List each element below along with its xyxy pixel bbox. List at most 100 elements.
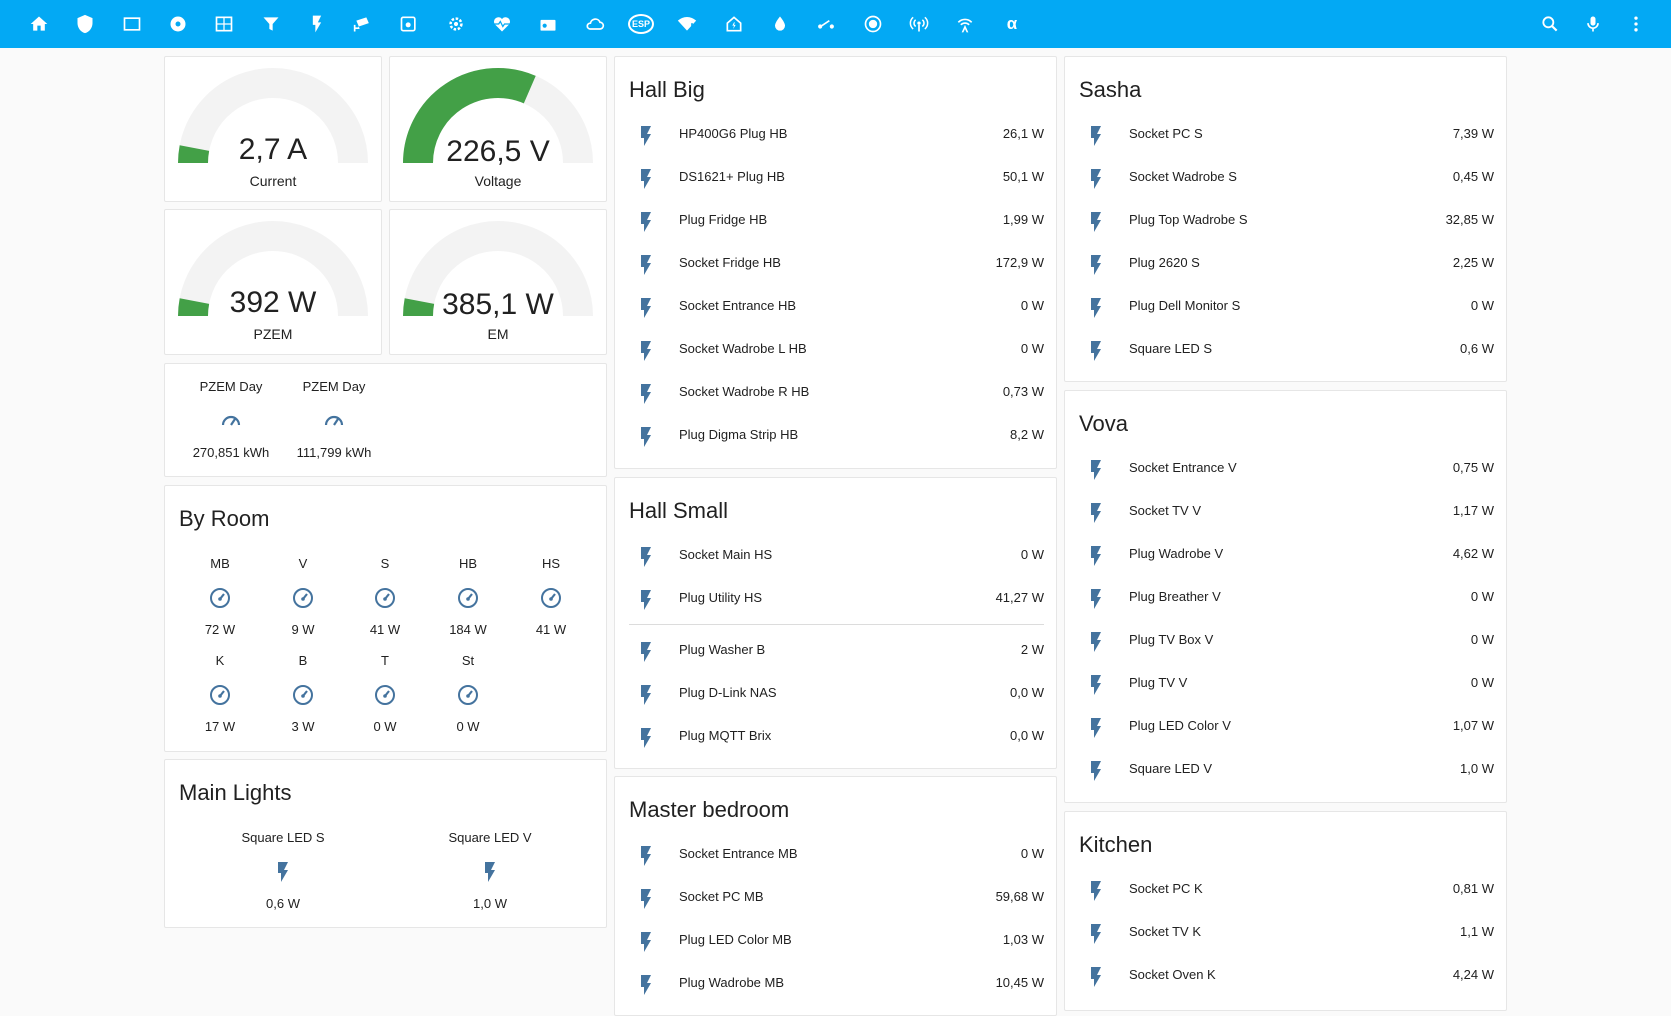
filter-icon[interactable] [258, 11, 284, 37]
disc-icon[interactable] [165, 11, 191, 37]
entity-row[interactable]: Socket PC K 0,81 W [1065, 874, 1506, 906]
entity-row[interactable]: Socket Wadrobe L HB 0 W [615, 334, 1056, 366]
entity-row[interactable]: Socket Fridge HB 172,9 W [615, 248, 1056, 280]
entity-state: 7,39 W [1452, 126, 1494, 141]
search-icon[interactable] [1537, 11, 1563, 37]
home-lightning-icon[interactable] [721, 11, 747, 37]
entity-row[interactable]: Plug Washer B 2 W [615, 635, 1056, 667]
shield-icon[interactable] [72, 11, 98, 37]
entity-state: 26,1 W [1002, 126, 1044, 141]
entity-row[interactable]: Plug TV Box V 0 W [1065, 625, 1506, 657]
flash-icon [641, 932, 651, 952]
flash-icon [1091, 212, 1101, 232]
entity-row[interactable]: Plug Utility HS 41,27 W [615, 583, 1056, 615]
entity-state: 32,85 W [1445, 212, 1494, 227]
entity-name: Plug Washer B [679, 642, 766, 657]
radio-icon[interactable] [535, 11, 561, 37]
wifi-warning-icon[interactable] [674, 11, 700, 37]
gauge-card-pzem[interactable]: 392 W PZEM [164, 209, 382, 355]
cloud-icon[interactable] [582, 11, 608, 37]
switch-icon[interactable] [813, 11, 839, 37]
alpha-icon[interactable]: α [999, 11, 1025, 37]
gauge-card-current[interactable]: 2,7 A Current [164, 56, 382, 202]
master-bedroom-title: Master bedroom [629, 797, 790, 822]
entity-row[interactable]: Square LED S 0,6 W [1065, 334, 1506, 366]
flash-icon [1091, 126, 1101, 146]
entity-row[interactable]: Plug Digma Strip HB 8,2 W [615, 420, 1056, 452]
entity-row[interactable]: Plug MQTT Brix 0,0 W [615, 721, 1056, 753]
entity-row[interactable]: Plug D-Link NAS 0,0 W [615, 678, 1056, 710]
glance-square-led-v[interactable]: Square LED V 1,0 W [430, 830, 550, 920]
hall-small-card: Hall Small Socket Main HS 0 W Plug Utility… [614, 477, 1057, 769]
entity-row[interactable]: Plug Top Wadrobe S 32,85 W [1065, 205, 1506, 237]
glance-room-hs[interactable]: HS 41 W [506, 556, 596, 646]
gear-icon[interactable] [443, 11, 469, 37]
glance-room-t[interactable]: T 0 W [340, 653, 430, 743]
water-icon[interactable] [767, 11, 793, 37]
home-icon[interactable] [26, 11, 52, 37]
entity-row[interactable]: Socket Wadrobe S 0,45 W [1065, 162, 1506, 194]
kitchen-card: Kitchen Socket PC K 0,81 W Socket TV K 1,1 … [1064, 811, 1507, 1011]
glance-square-led-s[interactable]: Square LED S 0,6 W [223, 830, 343, 920]
flash-icon [278, 862, 288, 882]
gauge-card-em[interactable]: 385,1 W EM [389, 209, 607, 355]
flash-icon [641, 975, 651, 995]
entity-row[interactable]: Plug Fridge HB 1,99 W [615, 205, 1056, 237]
glance-room-st[interactable]: St 0 W [423, 653, 513, 743]
tablet-icon[interactable] [119, 11, 145, 37]
access-point-icon[interactable] [906, 11, 932, 37]
entity-state: 0 W [1470, 675, 1494, 690]
entity-row[interactable]: Plug 2620 S 2,25 W [1065, 248, 1506, 280]
entity-row[interactable]: Socket PC S 7,39 W [1065, 119, 1506, 151]
cctv-icon[interactable] [350, 11, 376, 37]
entity-name: Plug Breather V [1129, 589, 1221, 604]
gauge-card-voltage[interactable]: 226,5 V Voltage [389, 56, 607, 202]
entity-name: Socket Wadrobe L HB [679, 341, 807, 356]
glance-room-b[interactable]: B 3 W [258, 653, 348, 743]
glance-name: S [380, 556, 390, 571]
esp-icon[interactable]: ESP [628, 11, 655, 37]
antenna-icon[interactable] [952, 11, 978, 37]
entity-name: Socket PC K [1129, 881, 1203, 896]
flash-icon [1091, 298, 1101, 318]
entity-row[interactable]: Plug Breather V 0 W [1065, 582, 1506, 614]
calendar-icon[interactable] [211, 11, 237, 37]
entity-row[interactable]: Socket Entrance HB 0 W [615, 291, 1056, 323]
entity-row[interactable]: Socket Entrance MB 0 W [615, 839, 1056, 871]
glance-pzem-day-2[interactable]: PZEM Day 111,799 kWh [289, 379, 379, 469]
entity-row[interactable]: Socket Oven K 4,24 W [1065, 960, 1506, 992]
gauge-label-voltage: Voltage [474, 173, 522, 189]
heart-pulse-icon[interactable] [489, 11, 515, 37]
entity-row[interactable]: DS1621+ Plug HB 50,1 W [615, 162, 1056, 194]
record-icon[interactable] [860, 11, 886, 37]
flash-icon [1091, 632, 1101, 652]
entity-name: Plug Top Wadrobe S [1129, 212, 1248, 227]
microphone-icon[interactable] [1580, 11, 1606, 37]
entity-row[interactable]: Plug TV V 0 W [1065, 668, 1506, 700]
gauge-label-pzem: PZEM [253, 326, 293, 342]
flash-icon[interactable] [304, 11, 330, 37]
glance-pzem-day-1[interactable]: PZEM Day 270,851 kWh [186, 379, 276, 469]
entity-row[interactable]: Plug Wadrobe MB 10,45 W [615, 968, 1056, 1000]
entity-row[interactable]: Plug LED Color V 1,07 W [1065, 711, 1506, 743]
glance-room-k[interactable]: K 17 W [175, 653, 265, 743]
glance-room-mb[interactable]: MB 72 W [175, 556, 265, 646]
glance-room-hb[interactable]: HB 184 W [423, 556, 513, 646]
entity-state: 0,0 W [1010, 685, 1044, 700]
entity-row[interactable]: HP400G6 Plug HB 26,1 W [615, 119, 1056, 151]
glance-room-v[interactable]: V 9 W [258, 556, 348, 646]
entity-row[interactable]: Socket PC MB 59,68 W [615, 882, 1056, 914]
entity-row[interactable]: Socket TV K 1,1 W [1065, 917, 1506, 949]
entity-row[interactable]: Plug Dell Monitor S 0 W [1065, 291, 1506, 323]
entity-row[interactable]: Socket Main HS 0 W [615, 540, 1056, 572]
menu-dots-icon[interactable] [1623, 11, 1649, 37]
entity-row[interactable]: Socket TV V 1,17 W [1065, 496, 1506, 528]
camera-badge-icon[interactable] [396, 11, 422, 37]
entity-row[interactable]: Plug Wadrobe V 4,62 W [1065, 539, 1506, 571]
entity-row[interactable]: Socket Wadrobe R HB 0,73 W [615, 377, 1056, 409]
entity-row[interactable]: Plug LED Color MB 1,03 W [615, 925, 1056, 957]
entity-row[interactable]: Square LED V 1,0 W [1065, 754, 1506, 786]
entity-name: Plug MQTT Brix [679, 728, 772, 743]
entity-row[interactable]: Socket Entrance V 0,75 W [1065, 453, 1506, 485]
glance-room-s[interactable]: S 41 W [340, 556, 430, 646]
